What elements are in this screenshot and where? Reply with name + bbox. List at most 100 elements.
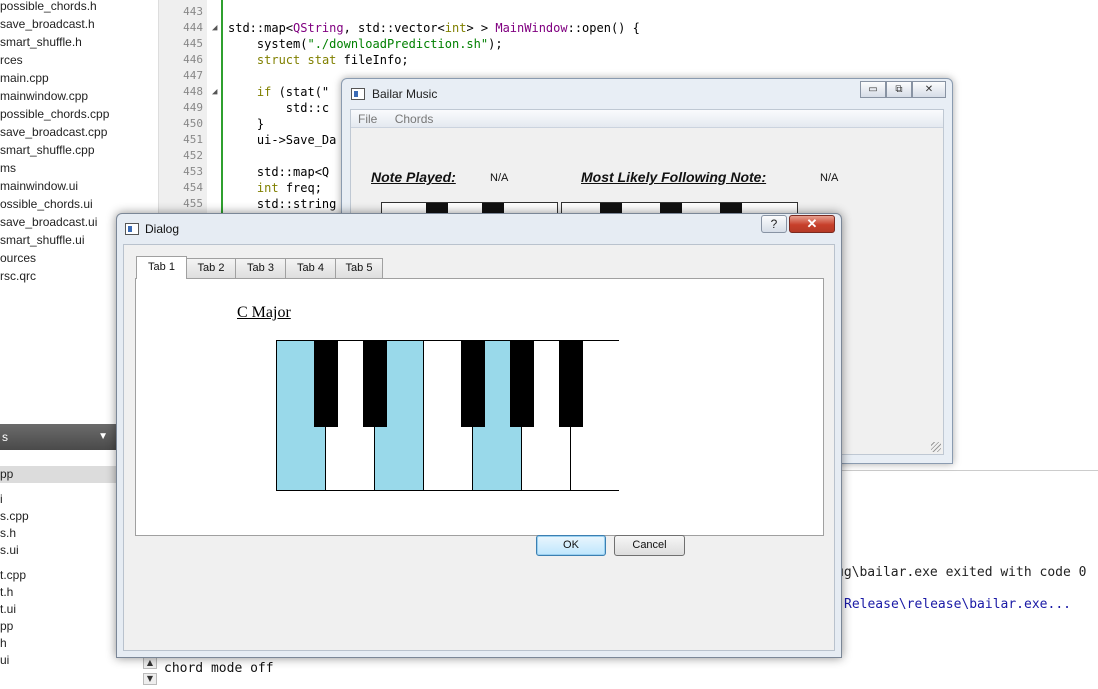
menu-file[interactable]: File (351, 110, 384, 128)
ok-button[interactable]: OK (536, 535, 606, 556)
tree-item[interactable]: smart_shuffle.h (0, 33, 158, 51)
note-played-label: Note Played: (371, 169, 456, 185)
black-key[interactable] (363, 341, 387, 427)
code-text: struct stat fileInfo; (228, 52, 409, 68)
list-item[interactable]: t.h (0, 584, 118, 601)
line-number: 448 (183, 85, 203, 98)
list-item[interactable]: t.ui (0, 601, 118, 618)
scroll-down-icon[interactable]: ▼ (143, 673, 157, 685)
line-number: 443 (183, 5, 203, 18)
minimize-button[interactable]: ▭ (860, 81, 886, 98)
list-item[interactable]: s.cpp (0, 508, 118, 525)
code-token: (stat(" (271, 85, 330, 99)
close-button[interactable]: ✕ (912, 81, 946, 98)
chord-piano (276, 340, 620, 491)
line-number: 454 (183, 181, 203, 194)
tab-2[interactable]: Tab 2 (186, 258, 236, 278)
black-key[interactable] (559, 341, 583, 427)
code-token: stat (307, 53, 337, 67)
following-note-value: N/A (820, 172, 839, 184)
line-number: 453 (183, 165, 203, 178)
line-number: 449 (183, 101, 203, 114)
tab-panel: C Major (135, 278, 824, 536)
code-token: MainWindow (495, 21, 568, 35)
list-item[interactable]: ui (0, 652, 118, 669)
code-token: "./downloadPrediction.sh" (307, 37, 489, 51)
code-token: std::c (228, 101, 330, 115)
tree-item[interactable]: smart_shuffle.cpp (0, 141, 158, 159)
fold-marker-icon[interactable]: ◢ (212, 20, 217, 36)
code-token: if (256, 85, 272, 99)
line-number: 446 (183, 53, 203, 66)
panel-header-label: s (2, 430, 8, 444)
resize-grip[interactable] (931, 442, 941, 452)
tree-item[interactable]: ms (0, 159, 158, 177)
tree-item[interactable]: mainwindow.ui (0, 177, 158, 195)
dialog-titlebar[interactable]: Dialog ? ✕ (117, 214, 841, 244)
line-number: 444 (183, 21, 203, 34)
code-text: if (stat(" (228, 84, 329, 100)
output-line-exited: ug\bailar.exe exited with code 0 (836, 565, 1087, 580)
tree-item[interactable]: main.cpp (0, 69, 158, 87)
open-documents-list: pp i s.cpp s.h s.ui t.cpp t.h t.ui pp h … (0, 466, 118, 669)
tree-item[interactable]: mainwindow.cpp (0, 87, 158, 105)
open-documents-panel-header[interactable]: s ▼ (0, 424, 116, 450)
fold-marker-icon[interactable]: ◢ (212, 84, 217, 100)
tree-item[interactable]: ossible_chords.ui (0, 195, 158, 213)
code-token: std::map<Q (228, 165, 330, 179)
tab-4[interactable]: Tab 4 (285, 258, 336, 278)
close-button[interactable]: ✕ (789, 215, 835, 233)
code-text: int freq; (228, 180, 322, 196)
help-button[interactable]: ? (761, 215, 787, 233)
code-token: freq; (278, 181, 322, 195)
code-token: } (228, 117, 265, 131)
chevron-down-icon[interactable]: ▼ (98, 424, 108, 450)
tree-item[interactable]: possible_chords.cpp (0, 105, 158, 123)
list-item[interactable]: pp (0, 618, 118, 635)
dialog-client-area: Tab 1 Tab 2 Tab 3 Tab 4 Tab 5 C Major OK… (123, 244, 835, 651)
list-item[interactable]: pp (0, 466, 118, 483)
maximize-button[interactable]: ⧉ (886, 81, 912, 98)
tab-1[interactable]: Tab 1 (136, 256, 187, 279)
tab-3[interactable]: Tab 3 (235, 258, 286, 278)
window-title: Bailar Music (372, 87, 438, 101)
black-key[interactable] (314, 341, 338, 427)
tree-item[interactable]: save_broadcast.cpp (0, 123, 158, 141)
list-item[interactable]: i (0, 491, 118, 508)
line-number: 450 (183, 117, 203, 130)
code-token: std::map< (228, 21, 294, 35)
scroll-up-icon[interactable]: ▲ (143, 657, 157, 669)
code-token: ui->Save_Da (228, 133, 337, 147)
code-token: QString (293, 21, 344, 35)
list-item[interactable]: s.ui (0, 542, 118, 559)
line-number: 445 (183, 37, 203, 50)
code-token: fileInfo; (336, 53, 409, 67)
code-token: int (256, 181, 279, 195)
output-line-chord-mode: chord mode off (164, 661, 274, 676)
following-note-label: Most Likely Following Note: (581, 169, 767, 185)
list-item[interactable]: s.h (0, 525, 118, 542)
black-key[interactable] (461, 341, 485, 427)
cancel-button[interactable]: Cancel (614, 535, 685, 556)
tree-item[interactable]: possible_chords.h (0, 0, 158, 15)
code-text: } (228, 116, 264, 132)
code-text: std::map<Q (228, 164, 329, 180)
line-number: 452 (183, 149, 203, 162)
dialog-window: Dialog ? ✕ Tab 1 Tab 2 Tab 3 Tab 4 Tab 5… (116, 213, 842, 658)
line-number: 455 (183, 197, 203, 210)
black-key[interactable] (510, 341, 534, 427)
tree-item[interactable]: rces (0, 51, 158, 69)
window-titlebar[interactable]: Bailar Music ▭ ⧉ ✕ (342, 79, 952, 109)
code-token: ); (488, 37, 503, 51)
list-item[interactable]: h (0, 635, 118, 652)
tree-item[interactable]: save_broadcast.h (0, 15, 158, 33)
menu-chords[interactable]: Chords (388, 110, 441, 128)
line-number: 451 (183, 133, 203, 146)
code-token: , std::vector< (343, 21, 445, 35)
list-item[interactable]: t.cpp (0, 567, 118, 584)
tab-5[interactable]: Tab 5 (335, 258, 383, 278)
